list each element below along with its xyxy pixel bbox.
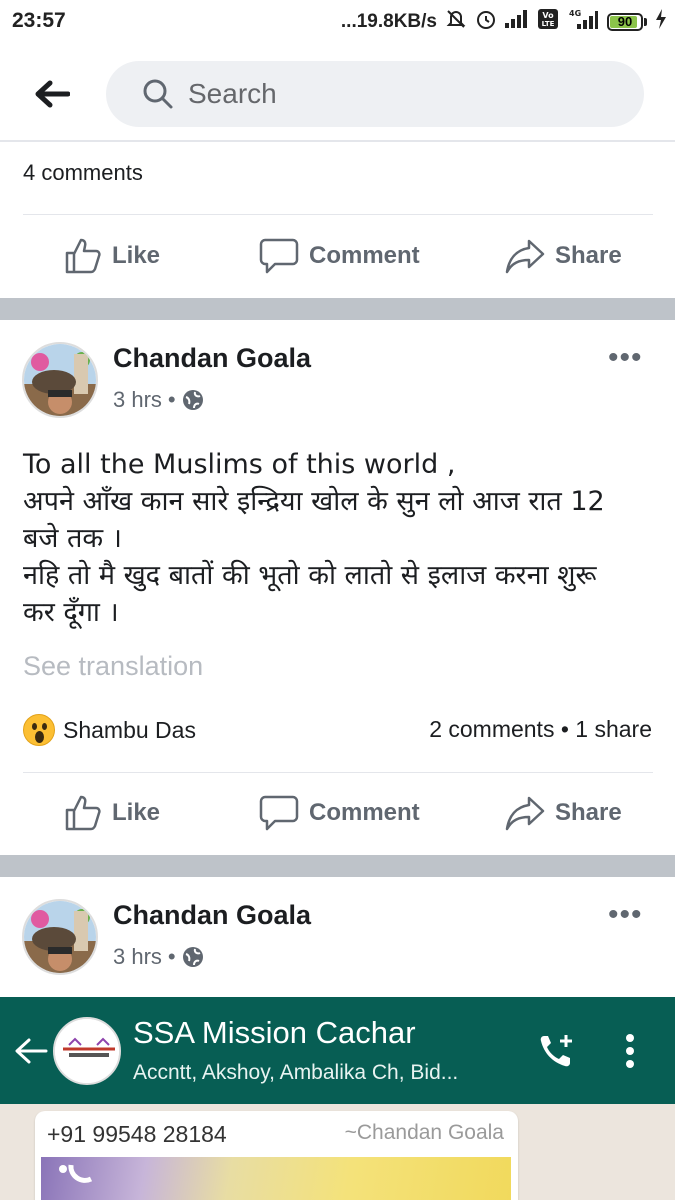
like-icon [65,795,101,831]
see-translation-link[interactable]: See translation [23,651,203,682]
battery-icon: 90 [607,13,647,31]
globe-icon [182,390,203,410]
volte-icon: Vo LTE [537,8,559,36]
chat-message: +91 99548 28184 ~Chandan Goala [35,1111,518,1200]
post-text-line: नहि तो मै खुद बातों की भूतो को लातो से इ… [23,560,597,591]
feed-separator [0,855,675,877]
comment-share-counts[interactable]: 2 comments • 1 share [429,716,652,743]
reactions-summary[interactable]: Shambu Das [23,714,196,746]
more-vertical-icon [626,1034,634,1068]
like-button[interactable]: Like [64,226,160,286]
meta-dot: • [167,944,176,969]
charging-icon [655,9,667,35]
post-author[interactable]: Chandan Goala [113,900,311,931]
post-options-button[interactable]: ••• [608,343,643,373]
group-avatar [53,1017,121,1085]
post-text-line: कर दूँगा । [23,597,119,628]
back-arrow-icon [35,80,70,108]
share-icon [505,796,545,831]
back-arrow-icon [15,1038,48,1064]
post-options-button[interactable]: ••• [608,900,643,930]
reactor-name: Shambu Das [63,716,196,743]
status-icons: ...19.8KB/s Vo LTE 4G 90 [341,8,667,36]
alarm-icon [475,8,497,36]
signal-4g-icon: 4G [567,8,599,36]
like-icon [65,238,101,274]
post-actions: Like Comment Share [0,783,675,843]
battery-level: 90 [617,14,633,29]
like-label: Like [112,242,161,269]
divider [23,214,653,215]
post-actions: Like Comment Share [0,226,675,286]
svg-text:Vo: Vo [542,11,554,20]
message-sender: ~Chandan Goala [344,1121,504,1144]
message-phone: +91 99548 28184 [47,1121,227,1147]
author-avatar[interactable] [22,899,98,975]
share-button[interactable]: Share [505,226,622,286]
post-time[interactable]: 3 hrs [113,944,162,970]
share-label: Share [555,242,622,269]
signal-icon [505,10,529,34]
group-members: Accntt, Akshoy, Ambalika Ch, Bid... [133,1061,459,1084]
share-icon [505,239,545,274]
post-author[interactable]: Chandan Goala [113,343,311,374]
post-text-line: To all the Muslims of this world , [23,449,456,480]
comment-button[interactable]: Comment [259,783,420,843]
comment-label: Comment [309,799,420,826]
search-header [0,44,675,142]
network-speed: ...19.8KB/s [340,11,437,32]
mute-icon [445,8,467,36]
share-button[interactable]: Share [505,783,622,843]
meta-dot: • [167,387,176,412]
post-text-line: अपने आँख कान सारे इन्द्रिया खोल के सुन ल… [23,486,605,517]
group-title: SSA Mission Cachar [133,1015,416,1050]
post-body: To all the Muslims of this world , अपने … [23,446,653,631]
comment-icon [259,238,299,274]
search-field[interactable] [106,61,644,127]
post-time[interactable]: 3 hrs [113,387,162,413]
comment-button[interactable]: Comment [259,226,420,286]
like-label: Like [112,799,161,826]
globe-icon [182,947,203,967]
share-label: Share [555,799,622,826]
feed-separator [0,298,675,320]
add-call-icon [540,1035,572,1067]
comment-icon [259,795,299,831]
chat-header: SSA Mission Cachar Accntt, Akshoy, Ambal… [0,997,675,1104]
divider [23,772,653,773]
post-meta: 3 hrs • [113,944,204,970]
svg-text:LTE: LTE [542,20,555,28]
back-button[interactable] [30,74,74,114]
search-icon [143,79,173,109]
post-text-line: बजे तक । [23,523,122,554]
status-bar: 23:57 ...19.8KB/s Vo LTE 4G 90 [0,0,675,44]
search-input[interactable] [188,78,568,110]
network-type: 4G [569,9,581,18]
like-button[interactable]: Like [64,783,160,843]
comments-count[interactable]: 4 comments [23,160,143,186]
status-time: 23:57 [12,9,66,32]
author-avatar[interactable] [22,342,98,418]
comment-label: Comment [309,242,420,269]
post-image[interactable]: SSA Mission Cachar Accntt, Akshoy, Ambal… [0,997,675,1200]
message-image [41,1157,511,1200]
post-meta: 3 hrs • [113,387,204,413]
wow-reaction-icon [23,714,55,746]
